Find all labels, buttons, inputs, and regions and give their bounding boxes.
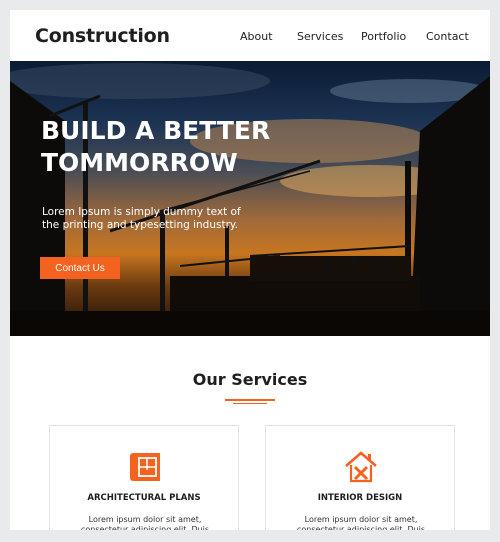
title-underline	[225, 399, 275, 401]
brand-logo[interactable]: Construction	[35, 25, 170, 47]
contact-us-button[interactable]: Contact Us	[40, 257, 120, 279]
hero-section: BUILD A BETTER TOMMORROW Lorem Ipsum is …	[10, 61, 490, 336]
hero-text: Lorem Ipsum is simply dummy text of the …	[42, 206, 241, 231]
card-description: Lorem ipsum dolor sit amet, consectetur …	[80, 515, 210, 530]
hero-title-line-1: BUILD A BETTER	[41, 116, 271, 145]
hero-title-line-2: TOMMORROW	[41, 148, 238, 177]
service-card-interior-design[interactable]: INTERIOR DESIGN Lorem ipsum dolor sit am…	[265, 425, 455, 530]
service-card-architectural-plans[interactable]: ARCHITECTURAL PLANS Lorem ipsum dolor si…	[49, 425, 239, 530]
hero-title: BUILD A BETTER TOMMORROW	[41, 115, 341, 179]
hero-background-image	[10, 63, 490, 336]
blueprint-icon	[130, 453, 160, 481]
nav-services[interactable]: Services	[297, 30, 343, 43]
card-title: ARCHITECTURAL PLANS	[87, 493, 201, 503]
nav-about[interactable]: About	[240, 30, 273, 43]
page: Construction About Services Portfolio Co…	[10, 10, 490, 530]
services-title: Our Services	[192, 370, 308, 389]
card-description: Lorem ipsum dolor sit amet, consectetur …	[296, 515, 426, 530]
site-header: Construction About Services Portfolio Co…	[10, 10, 490, 61]
title-underline-secondary	[233, 403, 267, 404]
nav-contact[interactable]: Contact	[426, 30, 469, 43]
house-tools-icon	[345, 451, 377, 483]
card-title: INTERIOR DESIGN	[317, 493, 403, 503]
nav-portfolio[interactable]: Portfolio	[361, 30, 406, 43]
